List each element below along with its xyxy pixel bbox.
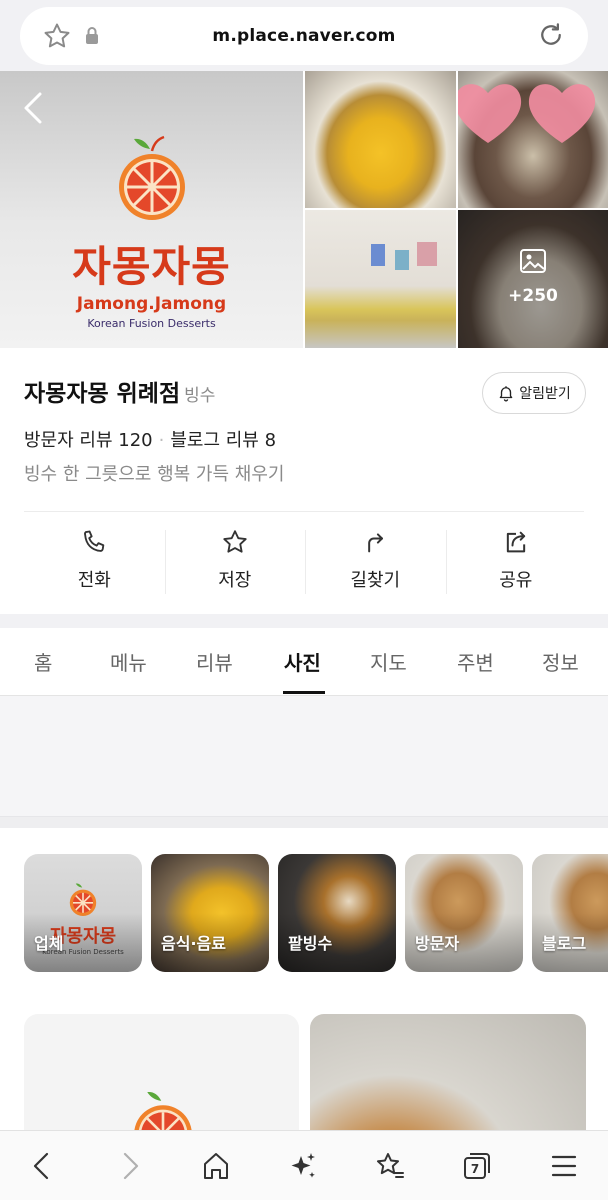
logo-korean-text: 자몽자몽 bbox=[72, 242, 231, 291]
category-label: 팥빙수 bbox=[288, 934, 333, 953]
tabs-count: 7 bbox=[471, 1162, 479, 1176]
hero-main-photo[interactable]: 자몽자몽 Jamong.Jamong Korean Fusion Dessert… bbox=[0, 71, 303, 348]
star-icon bbox=[223, 530, 247, 553]
tab-map[interactable]: 지도 bbox=[370, 647, 407, 676]
directions-button[interactable]: 길찾기 bbox=[305, 528, 446, 596]
category-blog[interactable]: 블로그 bbox=[532, 854, 608, 972]
share-button[interactable]: 공유 bbox=[445, 528, 587, 596]
logo-tagline: Korean Fusion Desserts bbox=[87, 317, 216, 330]
place-name: 자몽자몽 위례점 bbox=[24, 381, 181, 407]
sparkle-icon[interactable] bbox=[288, 1150, 318, 1186]
separator-dot: · bbox=[158, 430, 165, 451]
directions-label: 길찾기 bbox=[350, 570, 401, 591]
directions-icon bbox=[368, 533, 384, 553]
call-label: 전화 bbox=[77, 570, 111, 591]
photo-grid bbox=[0, 1000, 608, 1130]
photo-tile-bagel[interactable] bbox=[310, 1014, 586, 1130]
back-icon[interactable] bbox=[28, 1150, 56, 1186]
more-photos-overlay bbox=[458, 210, 608, 348]
alarm-button[interactable]: 알림받기 bbox=[482, 372, 586, 414]
place-info: 자몽자몽 위례점 빙수 알림받기 방문자 리뷰 120 · 블로그 리뷰 8 빙수 한… bbox=[0, 348, 608, 614]
category-business[interactable]: 자몽자몽 Korean Fusion Desserts 업체 bbox=[24, 854, 142, 972]
visitor-review-link[interactable]: 방문자 리뷰 120 bbox=[24, 430, 153, 451]
tab-home[interactable]: 홈 bbox=[34, 647, 52, 676]
menu-icon[interactable] bbox=[550, 1150, 578, 1186]
logo-english-text: Jamong.Jamong bbox=[76, 294, 227, 314]
tab-review[interactable]: 리뷰 bbox=[196, 647, 233, 676]
share-icon bbox=[506, 531, 525, 553]
back-icon[interactable] bbox=[22, 91, 44, 129]
category-patbingsu[interactable]: 팥빙수 bbox=[278, 854, 396, 972]
heart-sticker-icon bbox=[528, 84, 596, 143]
tab-info[interactable]: 정보 bbox=[542, 647, 579, 676]
grapefruit-logo-icon bbox=[134, 1091, 192, 1130]
save-label: 저장 bbox=[218, 570, 252, 591]
photo-count: +250 bbox=[508, 286, 558, 306]
call-button[interactable]: 전화 bbox=[24, 528, 165, 596]
reload-icon[interactable] bbox=[536, 20, 566, 54]
category-visitor[interactable]: 방문자 bbox=[405, 854, 523, 972]
tab-menu[interactable]: 메뉴 bbox=[110, 647, 147, 676]
url-text: m.place.naver.com bbox=[212, 26, 396, 46]
grapefruit-logo-icon bbox=[118, 135, 185, 220]
bell-icon bbox=[499, 386, 513, 402]
share-label: 공유 bbox=[499, 570, 533, 591]
wall-poster bbox=[417, 242, 437, 266]
hero-thumb-interior[interactable] bbox=[305, 210, 456, 348]
place-category: 빙수 bbox=[184, 386, 216, 406]
browser-url-area: m.place.naver.com bbox=[0, 0, 608, 71]
hero-thumb-choco-bingsu[interactable] bbox=[458, 71, 608, 208]
url-bar[interactable]: m.place.naver.com bbox=[20, 7, 588, 65]
category-label: 방문자 bbox=[415, 934, 460, 953]
tab-nearby[interactable]: 주변 bbox=[457, 647, 494, 676]
category-label: 업체 bbox=[34, 934, 64, 953]
bookmarks-icon[interactable] bbox=[374, 1150, 406, 1186]
brand-logo: 자몽자몽 Jamong.Jamong Korean Fusion Dessert… bbox=[0, 135, 303, 330]
phone-icon bbox=[84, 530, 105, 552]
tabs-icon[interactable]: 7 bbox=[461, 1150, 493, 1186]
alarm-label: 알림받기 bbox=[519, 386, 571, 402]
hero-thumb-more[interactable]: +250 bbox=[458, 210, 608, 348]
title-row: 자몽자몽 위례점 빙수 bbox=[24, 374, 215, 408]
action-bar: 전화 저장 길찾기 공유 bbox=[24, 528, 586, 596]
category-label: 음식·음료 bbox=[161, 934, 226, 953]
tab-photo[interactable]: 사진 bbox=[284, 647, 321, 676]
category-label: 블로그 bbox=[542, 934, 587, 953]
empty-content-area bbox=[0, 696, 608, 816]
wall-poster bbox=[395, 250, 409, 270]
browser-bottom-bar: 7 bbox=[0, 1130, 608, 1200]
active-tab-indicator bbox=[283, 691, 325, 694]
category-food-drink[interactable]: 음식·음료 bbox=[151, 854, 269, 972]
wall-poster bbox=[371, 244, 385, 266]
review-counts: 방문자 리뷰 120 · 블로그 리뷰 8 bbox=[24, 426, 276, 452]
place-slogan: 빙수 한 그릇으로 행복 가득 채우기 bbox=[24, 464, 285, 485]
section-gap bbox=[0, 816, 608, 828]
home-icon[interactable] bbox=[201, 1150, 231, 1186]
photo-tile-logo[interactable] bbox=[24, 1014, 299, 1130]
blog-review-link[interactable]: 블로그 리뷰 8 bbox=[170, 430, 276, 451]
save-button[interactable]: 저장 bbox=[164, 528, 306, 596]
hero-gallery: 자몽자몽 Jamong.Jamong Korean Fusion Dessert… bbox=[0, 71, 608, 348]
photo-category-row: 자몽자몽 Korean Fusion Desserts 업체 음식·음료 팥빙수… bbox=[0, 828, 608, 1000]
tab-bar: 홈 메뉴 리뷰 사진 지도 주변 정보 bbox=[0, 628, 608, 696]
section-gap bbox=[0, 614, 608, 628]
divider bbox=[24, 511, 584, 512]
heart-sticker-icon bbox=[458, 84, 522, 143]
forward-icon[interactable] bbox=[116, 1150, 144, 1186]
image-icon bbox=[519, 248, 547, 278]
hero-thumb-bingsu[interactable] bbox=[305, 71, 456, 208]
